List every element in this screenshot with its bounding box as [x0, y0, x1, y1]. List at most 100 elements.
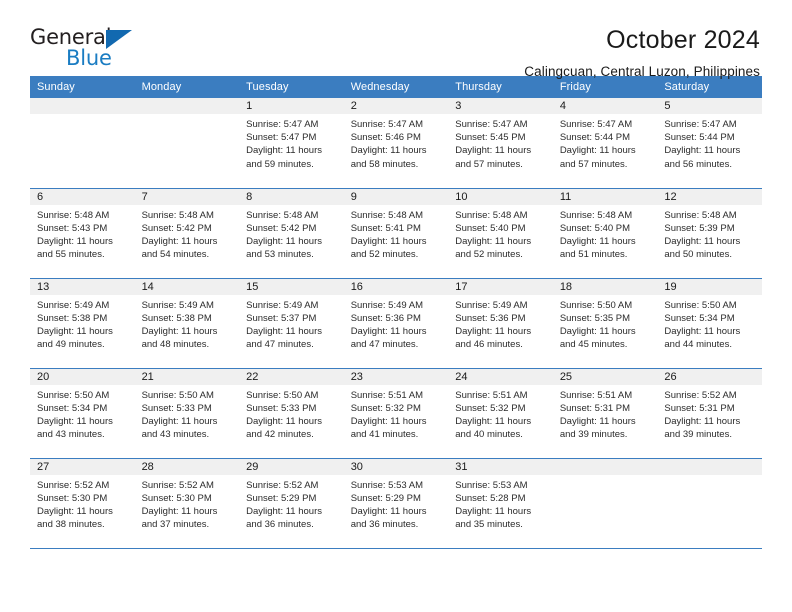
day-details: Sunrise: 5:49 AM Sunset: 5:38 PM Daylight:… — [135, 295, 240, 352]
sunrise-text: Sunrise: 5:51 AM — [350, 389, 424, 401]
calendar-day-cell[interactable]: 14 Sunrise: 5:49 AM Sunset: 5:38 PM Dayligh… — [134, 278, 240, 369]
calendar-body: 1 Sunrise: 5:47 AM Sunset: 5:47 PM Daylight… — [30, 98, 762, 549]
logo-text-general: General — [30, 25, 112, 49]
day-number: 28 — [134, 458, 240, 475]
calendar-day-cell[interactable]: 18 Sunrise: 5:50 AM Sunset: 5:35 PM Dayligh… — [552, 278, 658, 369]
calendar-day-cell[interactable]: 3 Sunrise: 5:47 AM Sunset: 5:45 PM Daylight… — [448, 98, 553, 189]
daylight-text-line1: Daylight: 11 hours — [37, 235, 113, 247]
daylight-text-line1: Daylight: 11 hours — [559, 145, 636, 157]
calendar-week-row: 13 Sunrise: 5:49 AM Sunset: 5:38 PM Dayligh… — [30, 278, 762, 369]
calendar-day-cell[interactable]: 5 Sunrise: 5:47 AM Sunset: 5:44 PM Daylight… — [657, 98, 762, 189]
calendar-day-cell[interactable]: 17 Sunrise: 5:49 AM Sunset: 5:36 PM Dayligh… — [448, 278, 553, 369]
sunrise-text: Sunrise: 5:47 AM — [350, 119, 424, 130]
day-number: 15 — [239, 278, 344, 295]
day-number: 13 — [30, 278, 135, 295]
sunset-text: Sunset: 5:32 PM — [455, 402, 526, 414]
daylight-text-line1: Daylight: 11 hours — [455, 235, 532, 247]
day-details: Sunrise: 5:48 AM Sunset: 5:40 PM Daylight:… — [553, 205, 658, 262]
calendar-day-cell[interactable]: 12 Sunrise: 5:48 AM Sunset: 5:39 PM Dayligh… — [657, 188, 762, 279]
calendar-day-cell[interactable]: 7 Sunrise: 5:48 AM Sunset: 5:42 PM Daylight… — [134, 188, 240, 279]
sunset-text: Sunset: 5:30 PM — [141, 492, 212, 504]
general-blue-logo[interactable]: General Blue — [30, 27, 150, 77]
day-number: 26 — [657, 368, 762, 385]
page-subtitle: Calingcuan, Central Luzon, Philippines — [524, 63, 760, 79]
day-details: Sunrise: 5:47 AM Sunset: 5:45 PM Daylight:… — [448, 114, 553, 171]
day-details: Sunrise: 5:49 AM Sunset: 5:37 PM Daylight:… — [239, 295, 344, 352]
calendar-day-cell-empty — [30, 98, 135, 189]
sunset-text: Sunset: 5:40 PM — [559, 222, 631, 234]
sunrise-text: Sunrise: 5:48 AM — [664, 209, 737, 221]
daylight-text-line2: and 57 minutes. — [455, 158, 523, 170]
daylight-text-line1: Daylight: 11 hours — [455, 145, 532, 157]
calendar-day-cell[interactable]: 1 Sunrise: 5:47 AM Sunset: 5:47 PM Daylight… — [239, 98, 344, 189]
calendar-day-cell[interactable]: 27 Sunrise: 5:52 AM Sunset: 5:30 PM Dayligh… — [30, 458, 135, 549]
sunset-text: Sunset: 5:28 PM — [455, 492, 526, 504]
daylight-text-line2: and 44 minutes. — [664, 339, 732, 351]
daylight-text-line1: Daylight: 11 hours — [37, 505, 113, 517]
sunset-text: Sunset: 5:31 PM — [559, 402, 631, 414]
calendar-day-cell[interactable]: 31 Sunrise: 5:53 AM Sunset: 5:28 PM Dayligh… — [448, 458, 553, 549]
day-details: Sunrise: 5:47 AM Sunset: 5:47 PM Daylight:… — [239, 114, 344, 171]
calendar-day-cell[interactable]: 2 Sunrise: 5:47 AM Sunset: 5:46 PM Daylight… — [343, 98, 449, 189]
daylight-text-line1: Daylight: 11 hours — [455, 415, 532, 427]
weekday-header-tuesday: Tuesday — [239, 76, 344, 98]
calendar-day-cell[interactable]: 8 Sunrise: 5:48 AM Sunset: 5:42 PM Daylight… — [239, 188, 344, 279]
sunrise-text: Sunrise: 5:49 AM — [455, 299, 528, 311]
calendar-day-cell[interactable]: 30 Sunrise: 5:53 AM Sunset: 5:29 PM Dayligh… — [343, 458, 449, 549]
calendar-day-cell[interactable]: 20 Sunrise: 5:50 AM Sunset: 5:34 PM Dayligh… — [30, 368, 135, 459]
daylight-text-line2: and 46 minutes. — [455, 339, 523, 351]
day-number: 23 — [343, 368, 449, 385]
sunset-text: Sunset: 5:46 PM — [350, 132, 421, 144]
day-details: Sunrise: 5:52 AM Sunset: 5:29 PM Daylight:… — [239, 475, 344, 532]
calendar-day-cell[interactable]: 4 Sunrise: 5:47 AM Sunset: 5:44 PM Daylight… — [552, 98, 658, 189]
sunrise-text: Sunrise: 5:47 AM — [455, 119, 528, 130]
calendar-day-cell[interactable]: 11 Sunrise: 5:48 AM Sunset: 5:40 PM Dayligh… — [552, 188, 658, 279]
day-details: Sunrise: 5:52 AM Sunset: 5:31 PM Daylight:… — [657, 385, 762, 442]
calendar-day-cell[interactable]: 6 Sunrise: 5:48 AM Sunset: 5:43 PM Daylight… — [30, 188, 135, 279]
daylight-text-line1: Daylight: 11 hours — [37, 325, 113, 337]
daylight-text-line1: Daylight: 11 hours — [350, 505, 427, 517]
calendar-day-cell[interactable]: 10 Sunrise: 5:48 AM Sunset: 5:40 PM Dayligh… — [448, 188, 553, 279]
calendar-day-cell[interactable]: 21 Sunrise: 5:50 AM Sunset: 5:33 PM Dayligh… — [134, 368, 240, 459]
day-number — [657, 458, 762, 475]
calendar-day-cell[interactable]: 15 Sunrise: 5:49 AM Sunset: 5:37 PM Dayligh… — [239, 278, 344, 369]
sunset-text: Sunset: 5:42 PM — [246, 222, 317, 234]
day-number: 10 — [448, 188, 553, 205]
calendar-day-cell[interactable]: 16 Sunrise: 5:49 AM Sunset: 5:36 PM Dayligh… — [343, 278, 449, 369]
calendar-day-cell[interactable]: 19 Sunrise: 5:50 AM Sunset: 5:34 PM Dayligh… — [657, 278, 762, 369]
daylight-text-line1: Daylight: 11 hours — [246, 415, 322, 427]
day-number: 30 — [343, 458, 449, 475]
sunset-text: Sunset: 5:44 PM — [664, 132, 735, 144]
calendar-day-cell[interactable]: 29 Sunrise: 5:52 AM Sunset: 5:29 PM Dayligh… — [239, 458, 344, 549]
calendar-day-cell[interactable]: 28 Sunrise: 5:52 AM Sunset: 5:30 PM Dayligh… — [134, 458, 240, 549]
daylight-text-line1: Daylight: 11 hours — [141, 325, 218, 337]
calendar-day-cell[interactable]: 24 Sunrise: 5:51 AM Sunset: 5:32 PM Dayligh… — [448, 368, 553, 459]
day-number: 12 — [657, 188, 762, 205]
daylight-text-line2: and 35 minutes. — [455, 519, 523, 531]
sunrise-text: Sunrise: 5:51 AM — [559, 389, 633, 401]
weekday-header-saturday: Saturday — [657, 76, 762, 98]
daylight-text-line2: and 52 minutes. — [455, 249, 523, 261]
daylight-text-line2: and 47 minutes. — [246, 339, 314, 351]
calendar-day-cell[interactable]: 9 Sunrise: 5:48 AM Sunset: 5:41 PM Daylight… — [343, 188, 449, 279]
daylight-text-line1: Daylight: 11 hours — [350, 235, 427, 247]
daylight-text-line1: Daylight: 11 hours — [350, 415, 427, 427]
daylight-text-line1: Daylight: 11 hours — [559, 325, 636, 337]
sunset-text: Sunset: 5:39 PM — [664, 222, 735, 234]
calendar-day-cell[interactable]: 23 Sunrise: 5:51 AM Sunset: 5:32 PM Dayligh… — [343, 368, 449, 459]
day-details: Sunrise: 5:49 AM Sunset: 5:36 PM Daylight:… — [344, 295, 449, 352]
day-details: Sunrise: 5:49 AM Sunset: 5:36 PM Daylight:… — [448, 295, 553, 352]
day-details: Sunrise: 5:49 AM Sunset: 5:38 PM Daylight:… — [30, 295, 135, 352]
calendar-day-cell[interactable]: 25 Sunrise: 5:51 AM Sunset: 5:31 PM Dayligh… — [552, 368, 658, 459]
weekday-header-wednesday: Wednesday — [343, 76, 449, 98]
day-number: 14 — [134, 278, 240, 295]
page-title: October 2024 — [606, 26, 760, 54]
day-number — [134, 98, 240, 114]
calendar-day-cell[interactable]: 13 Sunrise: 5:49 AM Sunset: 5:38 PM Dayligh… — [30, 278, 135, 369]
page-header: General Blue October 2024 Calingcuan, Ce… — [30, 0, 762, 79]
daylight-text-line2: and 43 minutes. — [37, 429, 105, 441]
day-number: 9 — [343, 188, 449, 205]
calendar-day-cell[interactable]: 22 Sunrise: 5:50 AM Sunset: 5:33 PM Dayligh… — [239, 368, 344, 459]
day-number — [552, 458, 658, 475]
calendar-day-cell[interactable]: 26 Sunrise: 5:52 AM Sunset: 5:31 PM Dayligh… — [657, 368, 762, 459]
